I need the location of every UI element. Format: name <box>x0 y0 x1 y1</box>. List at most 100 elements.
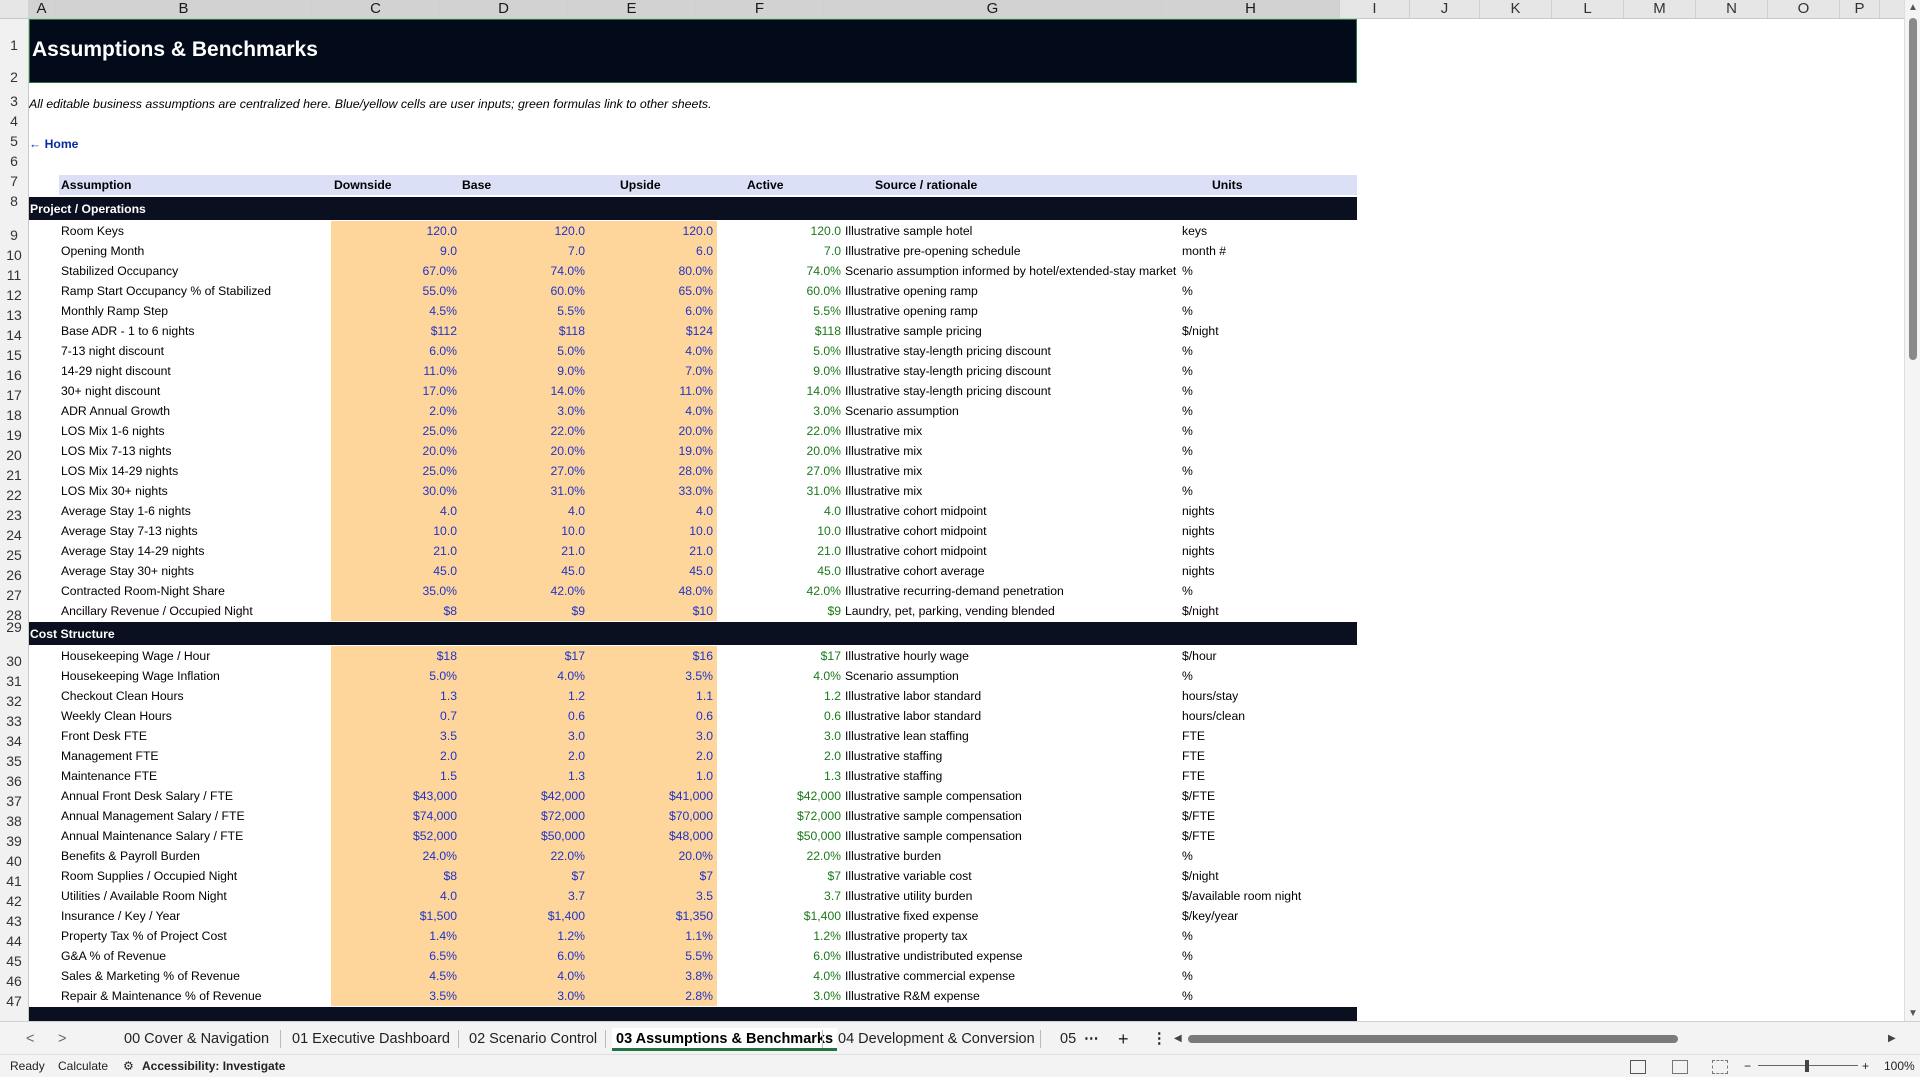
units-label[interactable]: $/key/year <box>1182 909 1358 923</box>
assumption-name[interactable]: Maintenance FTE <box>61 769 321 783</box>
units-label[interactable]: nights <box>1182 564 1358 578</box>
row-header[interactable]: 2 <box>0 69 28 85</box>
units-label[interactable]: nights <box>1182 544 1358 558</box>
source-rationale[interactable]: Illustrative cohort average <box>845 564 1181 578</box>
row-header[interactable]: 38 <box>0 813 28 829</box>
page-layout-icon[interactable] <box>1672 1060 1688 1074</box>
base-value[interactable]: 22.0% <box>459 424 585 438</box>
source-rationale[interactable]: Illustrative burden <box>845 849 1181 863</box>
row-header[interactable]: 37 <box>0 793 28 809</box>
source-rationale[interactable]: Illustrative sample pricing <box>845 324 1181 338</box>
tab-cover-navigation[interactable]: 00 Cover & Navigation <box>120 1028 273 1050</box>
upside-value[interactable]: $1,350 <box>587 909 713 923</box>
horizontal-scrollbar[interactable] <box>1178 1034 1864 1043</box>
active-value[interactable]: 2.0 <box>715 749 841 763</box>
active-value[interactable]: 3.0 <box>715 729 841 743</box>
upside-value[interactable]: 65.0% <box>587 284 713 298</box>
base-value[interactable]: 22.0% <box>459 849 585 863</box>
downside-value[interactable]: 4.5% <box>331 969 457 983</box>
units-label[interactable]: % <box>1182 364 1358 378</box>
row-header[interactable]: 13 <box>0 307 28 323</box>
row-header[interactable]: 23 <box>0 507 28 523</box>
source-rationale[interactable]: Illustrative stay-length pricing discoun… <box>845 344 1181 358</box>
active-value[interactable]: 1.3 <box>715 769 841 783</box>
units-label[interactable]: % <box>1182 969 1358 983</box>
downside-value[interactable]: 4.5% <box>331 304 457 318</box>
column-header[interactable]: G <box>824 0 1162 18</box>
column-header[interactable]: I <box>1340 0 1410 18</box>
upside-value[interactable]: 20.0% <box>587 849 713 863</box>
source-rationale[interactable]: Illustrative sample compensation <box>845 809 1181 823</box>
base-value[interactable]: 21.0 <box>459 544 585 558</box>
vertical-scroll-thumb[interactable] <box>1909 18 1917 360</box>
source-rationale[interactable]: Illustrative lean staffing <box>845 729 1181 743</box>
units-label[interactable]: FTE <box>1182 769 1358 783</box>
base-value[interactable]: 4.0% <box>459 669 585 683</box>
upside-value[interactable]: 4.0% <box>587 404 713 418</box>
row-header[interactable]: 18 <box>0 407 28 423</box>
assumption-name[interactable]: Opening Month <box>61 244 321 258</box>
downside-value[interactable]: 45.0 <box>331 564 457 578</box>
scroll-right-icon[interactable]: ▶ <box>1884 1028 1900 1050</box>
active-value[interactable]: $42,000 <box>715 789 841 803</box>
units-label[interactable]: FTE <box>1182 749 1358 763</box>
downside-value[interactable]: 1.4% <box>331 929 457 943</box>
assumption-name[interactable]: Average Stay 7-13 nights <box>61 524 321 538</box>
upside-value[interactable]: 1.1% <box>587 929 713 943</box>
status-accessibility[interactable]: Accessibility: Investigate <box>142 1059 285 1073</box>
prev-sheet-icon[interactable]: < <box>22 1028 38 1050</box>
row-header[interactable]: 29 <box>0 619 28 635</box>
zoom-in-icon[interactable]: + <box>1862 1059 1869 1073</box>
source-rationale[interactable]: Illustrative fixed expense <box>845 909 1181 923</box>
base-value[interactable]: 2.0 <box>459 749 585 763</box>
active-value[interactable]: 22.0% <box>715 849 841 863</box>
assumption-name[interactable]: 30+ night discount <box>61 384 321 398</box>
column-header[interactable]: D <box>440 0 568 18</box>
assumption-name[interactable]: Housekeeping Wage / Hour <box>61 649 321 663</box>
row-header[interactable]: 32 <box>0 693 28 709</box>
upside-value[interactable]: 4.0 <box>587 504 713 518</box>
source-rationale[interactable]: Illustrative variable cost <box>845 869 1181 883</box>
units-label[interactable]: hours/clean <box>1182 709 1358 723</box>
assumption-name[interactable]: Insurance / Key / Year <box>61 909 321 923</box>
row-header[interactable]: 17 <box>0 387 28 403</box>
source-rationale[interactable]: Laundry, pet, parking, vending blended <box>845 604 1181 618</box>
active-value[interactable]: $1,400 <box>715 909 841 923</box>
assumption-name[interactable]: Room Supplies / Occupied Night <box>61 869 321 883</box>
upside-value[interactable]: 4.0% <box>587 344 713 358</box>
base-value[interactable]: $118 <box>459 324 585 338</box>
base-value[interactable]: 5.5% <box>459 304 585 318</box>
source-rationale[interactable]: Illustrative staffing <box>845 769 1181 783</box>
upside-value[interactable]: 3.5 <box>587 889 713 903</box>
downside-value[interactable]: 120.0 <box>331 224 458 238</box>
units-label[interactable]: hours/stay <box>1182 689 1358 703</box>
row-header[interactable]: 11 <box>0 267 28 283</box>
source-rationale[interactable]: Illustrative cohort midpoint <box>845 524 1181 538</box>
status-calculate[interactable]: Calculate <box>58 1059 108 1073</box>
column-header[interactable]: N <box>1696 0 1768 18</box>
base-value[interactable]: 3.0 <box>459 729 585 743</box>
source-rationale[interactable]: Illustrative cohort midpoint <box>845 544 1181 558</box>
base-value[interactable]: $7 <box>459 869 585 883</box>
active-value[interactable]: $9 <box>715 604 841 618</box>
source-rationale[interactable]: Illustrative sample compensation <box>845 789 1181 803</box>
column-header[interactable]: C <box>312 0 440 18</box>
assumption-name[interactable]: Ancillary Revenue / Occupied Night <box>61 604 321 618</box>
row-header[interactable]: 10 <box>0 247 28 263</box>
row-header[interactable]: 46 <box>0 973 28 989</box>
page-break-icon[interactable] <box>1712 1060 1728 1074</box>
base-value[interactable]: $9 <box>459 604 585 618</box>
assumption-name[interactable]: LOS Mix 7-13 nights <box>61 444 321 458</box>
downside-value[interactable]: 3.5% <box>331 989 457 1003</box>
source-rationale[interactable]: Illustrative R&M expense <box>845 989 1181 1003</box>
zoom-slider-thumb[interactable] <box>1805 1060 1809 1072</box>
units-label[interactable]: $/night <box>1182 869 1358 883</box>
units-label[interactable]: nights <box>1182 524 1358 538</box>
upside-value[interactable]: 2.8% <box>587 989 713 1003</box>
active-value[interactable]: 120.0 <box>715 224 842 238</box>
row-header[interactable]: 3 <box>0 93 28 109</box>
zoom-out-icon[interactable]: − <box>1744 1059 1751 1073</box>
row-header[interactable]: 8 <box>0 193 28 209</box>
next-sheet-icon[interactable]: > <box>54 1028 70 1050</box>
base-value[interactable]: 5.0% <box>459 344 585 358</box>
